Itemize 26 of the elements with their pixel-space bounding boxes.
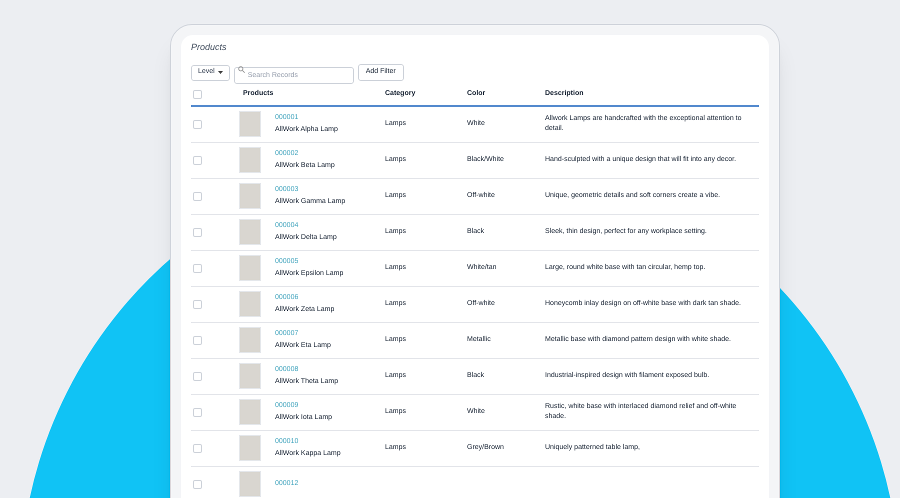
photo-placeholder (239, 219, 261, 245)
row-checkbox[interactable] (193, 264, 202, 272)
photo-placeholder (239, 183, 261, 209)
photo-placeholder (239, 255, 261, 281)
row-checkbox[interactable] (193, 192, 202, 200)
row-checkbox[interactable] (193, 300, 202, 308)
photo-placeholder (239, 399, 261, 425)
photo-placeholder (239, 291, 261, 317)
row-checkbox[interactable] (193, 120, 202, 128)
photo-placeholder (239, 363, 261, 389)
row-checkbox[interactable] (193, 90, 202, 99)
row-checkbox[interactable] (193, 228, 202, 236)
photo-placeholder (239, 327, 261, 353)
row-checkbox[interactable] (193, 156, 202, 164)
row-checkbox[interactable] (193, 336, 202, 344)
search-icon (238, 66, 245, 72)
page-title: Products (191, 41, 228, 54)
row-checkbox[interactable] (193, 480, 202, 488)
row-checkbox[interactable] (193, 372, 202, 380)
photo-placeholder (239, 435, 261, 461)
photo-placeholder (239, 111, 261, 137)
caret-icon (218, 71, 223, 74)
photo-placeholder (239, 147, 261, 173)
row-checkbox[interactable] (193, 444, 202, 452)
photo-placeholder (239, 471, 261, 497)
row-checkbox[interactable] (193, 408, 202, 416)
